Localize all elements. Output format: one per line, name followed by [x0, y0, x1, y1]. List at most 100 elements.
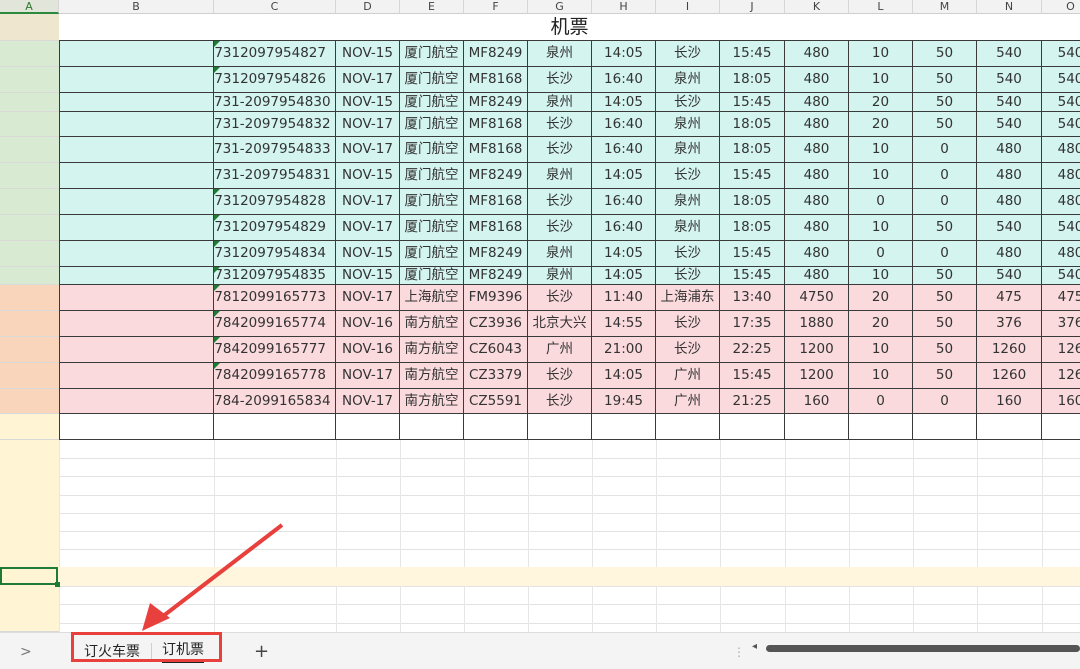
table-cell-arr[interactable]: 15:45: [720, 93, 785, 112]
column-header-b[interactable]: B: [59, 0, 214, 14]
table-cell-fee[interactable]: 50: [913, 215, 977, 241]
table-cell-from[interactable]: 长沙: [528, 67, 592, 93]
table-cell-o[interactable]: 540: [1042, 67, 1080, 93]
table-cell-b[interactable]: [59, 189, 214, 215]
table-cell-arr[interactable]: 15:45: [720, 267, 785, 285]
table-cell-ticket[interactable]: 7842099165778: [214, 363, 336, 389]
table-cell-total[interactable]: 480: [977, 189, 1042, 215]
table-cell-flight[interactable]: MF8249: [464, 93, 528, 112]
empty-table-cell[interactable]: [400, 414, 464, 440]
table-cell-b[interactable]: [59, 41, 214, 67]
table-cell-b[interactable]: [59, 285, 214, 311]
table-cell-total[interactable]: 160: [977, 389, 1042, 414]
table-cell-b[interactable]: [59, 311, 214, 337]
table-cell-fare[interactable]: 480: [785, 215, 849, 241]
table-cell-o[interactable]: 540: [1042, 41, 1080, 67]
table-cell-arr[interactable]: 18:05: [720, 215, 785, 241]
table-cell-fee[interactable]: 0: [913, 137, 977, 163]
table-cell-o[interactable]: 126: [1042, 337, 1080, 363]
table-cell-fare[interactable]: 480: [785, 93, 849, 112]
table-cell-total[interactable]: 540: [977, 215, 1042, 241]
table-cell-arr[interactable]: 15:45: [720, 41, 785, 67]
table-cell-total[interactable]: 540: [977, 93, 1042, 112]
table-cell-airline[interactable]: 厦门航空: [400, 215, 464, 241]
table-cell-total[interactable]: 480: [977, 137, 1042, 163]
column-header-m[interactable]: M: [913, 0, 977, 14]
table-cell-ticket[interactable]: 7312097954826: [214, 67, 336, 93]
table-cell-total[interactable]: 480: [977, 163, 1042, 189]
column-header-e[interactable]: E: [400, 0, 464, 14]
table-cell-from[interactable]: 泉州: [528, 41, 592, 67]
table-cell-date[interactable]: NOV-15: [336, 93, 400, 112]
table-cell-dep[interactable]: 14:05: [592, 93, 656, 112]
table-cell-flight[interactable]: MF8168: [464, 67, 528, 93]
table-cell-total[interactable]: 540: [977, 112, 1042, 137]
table-cell-from[interactable]: 长沙: [528, 389, 592, 414]
table-cell-b[interactable]: [59, 363, 214, 389]
table-cell-airline[interactable]: 南方航空: [400, 389, 464, 414]
table-cell-to[interactable]: 广州: [656, 389, 720, 414]
table-cell-fee[interactable]: 50: [913, 67, 977, 93]
column-header-o[interactable]: O: [1042, 0, 1080, 14]
table-cell-total[interactable]: 1260: [977, 337, 1042, 363]
table-cell-date[interactable]: NOV-17: [336, 189, 400, 215]
table-cell-fuel[interactable]: 10: [849, 67, 913, 93]
empty-table-cell[interactable]: [720, 414, 785, 440]
table-cell-from[interactable]: 长沙: [528, 137, 592, 163]
table-cell-to[interactable]: 泉州: [656, 137, 720, 163]
table-cell-fee[interactable]: 50: [913, 337, 977, 363]
table-cell-arr[interactable]: 15:45: [720, 363, 785, 389]
table-cell-airline[interactable]: 厦门航空: [400, 41, 464, 67]
column-header-a[interactable]: A: [0, 0, 59, 14]
table-cell-b[interactable]: [59, 215, 214, 241]
table-cell-dep[interactable]: 14:05: [592, 41, 656, 67]
table-cell-airline[interactable]: 南方航空: [400, 311, 464, 337]
scroll-left-arrow-icon[interactable]: ◂: [752, 641, 757, 652]
table-cell-date[interactable]: NOV-17: [336, 112, 400, 137]
table-cell-arr[interactable]: 17:35: [720, 311, 785, 337]
add-sheet-button[interactable]: +: [254, 641, 269, 663]
table-cell-ticket[interactable]: 7312097954835: [214, 267, 336, 285]
column-header-j[interactable]: J: [720, 0, 785, 14]
table-cell-to[interactable]: 广州: [656, 363, 720, 389]
table-cell-arr[interactable]: 22:25: [720, 337, 785, 363]
table-cell-fee[interactable]: 0: [913, 389, 977, 414]
table-cell-fare[interactable]: 480: [785, 267, 849, 285]
table-cell-flight[interactable]: CZ5591: [464, 389, 528, 414]
table-cell-dep[interactable]: 11:40: [592, 285, 656, 311]
table-cell-b[interactable]: [59, 163, 214, 189]
table-cell-ticket[interactable]: 731-2097954832: [214, 112, 336, 137]
table-cell-ticket[interactable]: 731-2097954830: [214, 93, 336, 112]
table-cell-fee[interactable]: 0: [913, 241, 977, 267]
empty-table-cell[interactable]: [1042, 414, 1080, 440]
table-cell-ticket[interactable]: 7312097954827: [214, 41, 336, 67]
table-cell-fare[interactable]: 480: [785, 112, 849, 137]
table-cell-arr[interactable]: 13:40: [720, 285, 785, 311]
table-cell-b[interactable]: [59, 389, 214, 414]
table-cell-fee[interactable]: 0: [913, 163, 977, 189]
table-cell-dep[interactable]: 16:40: [592, 189, 656, 215]
table-cell-dep[interactable]: 14:05: [592, 163, 656, 189]
table-cell-arr[interactable]: 21:25: [720, 389, 785, 414]
table-cell-date[interactable]: NOV-16: [336, 337, 400, 363]
column-header-k[interactable]: K: [785, 0, 849, 14]
table-cell-total[interactable]: 1260: [977, 363, 1042, 389]
table-cell-date[interactable]: NOV-15: [336, 267, 400, 285]
table-cell-date[interactable]: NOV-17: [336, 67, 400, 93]
empty-table-cell[interactable]: [528, 414, 592, 440]
table-cell-to[interactable]: 长沙: [656, 163, 720, 189]
empty-table-cell[interactable]: [214, 414, 336, 440]
table-cell-ticket[interactable]: 7312097954828: [214, 189, 336, 215]
column-header-f[interactable]: F: [464, 0, 528, 14]
table-cell-ticket[interactable]: 731-2097954833: [214, 137, 336, 163]
table-cell-fare[interactable]: 1200: [785, 363, 849, 389]
table-cell-dep[interactable]: 16:40: [592, 67, 656, 93]
horizontal-scrollbar[interactable]: ◂: [752, 641, 1080, 653]
table-cell-dep[interactable]: 14:05: [592, 241, 656, 267]
table-cell-from[interactable]: 长沙: [528, 189, 592, 215]
table-cell-flight[interactable]: MF8168: [464, 189, 528, 215]
table-cell-fuel[interactable]: 10: [849, 41, 913, 67]
table-cell-fare[interactable]: 480: [785, 67, 849, 93]
table-cell-arr[interactable]: 15:45: [720, 241, 785, 267]
table-cell-dep[interactable]: 14:55: [592, 311, 656, 337]
